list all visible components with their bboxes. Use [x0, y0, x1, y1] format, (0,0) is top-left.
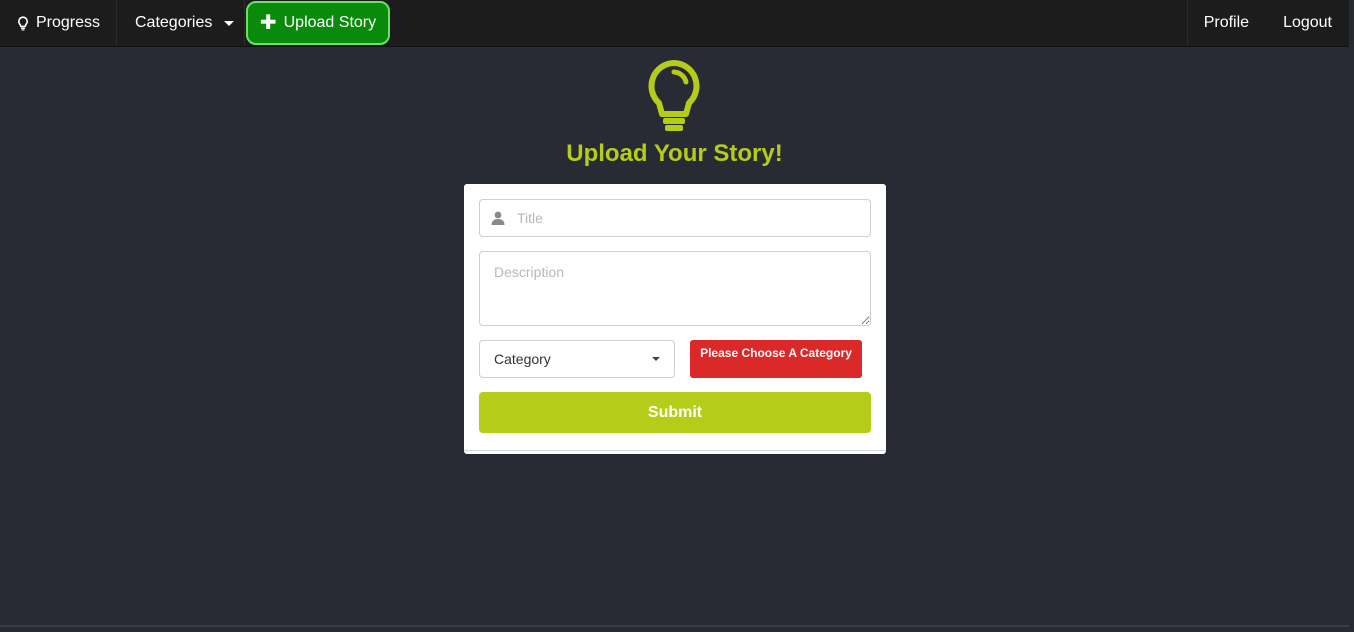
lightbulb-icon [17, 15, 29, 31]
bottom-strip [0, 624, 1349, 632]
plus-icon: ✚ [259, 12, 277, 34]
caret-down-icon [224, 20, 235, 26]
nav-logout-label: Logout [1283, 14, 1332, 31]
caret-down-icon [652, 357, 660, 361]
nav-progress-label: Progress [36, 14, 101, 31]
top-navbar: Progress Categories ✚ Upload Story Profi… [0, 0, 1349, 47]
category-select-value: Category [494, 351, 551, 367]
user-icon [491, 211, 505, 225]
title-input[interactable] [515, 209, 849, 227]
title-field[interactable] [479, 199, 871, 237]
submit-button[interactable]: Submit [479, 392, 871, 433]
nav-profile[interactable]: Profile [1186, 0, 1266, 46]
upload-story-button[interactable]: ✚ Upload Story [246, 1, 390, 45]
category-select[interactable]: Category [479, 340, 675, 378]
nav-categories-dropdown[interactable]: Categories [117, 0, 245, 46]
category-error-badge: Please Choose A Category [690, 340, 862, 378]
nav-logout[interactable]: Logout [1266, 0, 1349, 46]
lightbulb-icon [647, 60, 701, 139]
nav-profile-label: Profile [1203, 14, 1250, 31]
nav-categories-label: Categories [135, 14, 213, 31]
nav-right-group: Profile Logout [1186, 0, 1349, 46]
description-textarea[interactable] [479, 251, 871, 326]
upload-story-label: Upload Story [283, 14, 377, 31]
page-title: Upload Your Story! [566, 140, 783, 167]
nav-progress[interactable]: Progress [0, 0, 117, 46]
upload-form-card: Category Please Choose A Category Submit [464, 184, 886, 454]
